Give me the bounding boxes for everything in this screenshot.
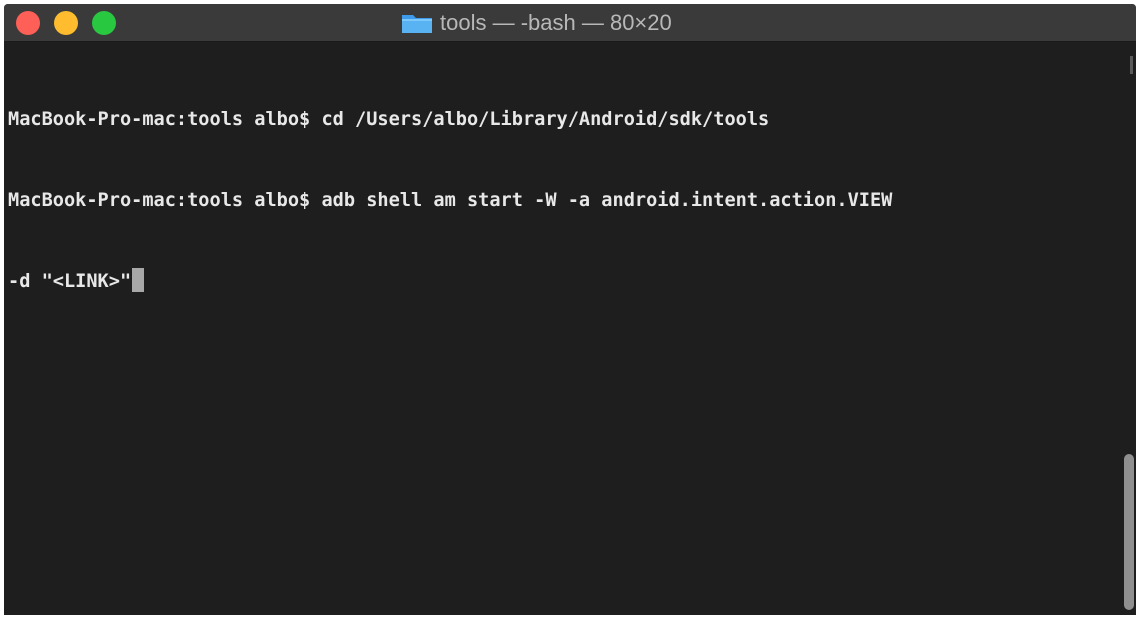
terminal-line-3: -d "<LINK>" [8,268,892,295]
vertical-scrollbar[interactable] [1122,42,1136,615]
zoom-button[interactable] [92,11,116,35]
scrollbar-thumb[interactable] [1124,454,1134,610]
folder-icon [400,11,434,35]
terminal-line-2: MacBook-Pro-mac:tools albo$ adb shell am… [8,190,893,211]
minimize-button[interactable] [54,11,78,35]
window-title: tools — -bash — 80×20 [440,10,672,35]
close-button[interactable] [16,11,40,35]
terminal-line-3-text: -d "<LINK>" [8,271,132,292]
window-title-group: tools — -bash — 80×20 [400,9,672,37]
terminal-output[interactable]: MacBook-Pro-mac:tools albo$ cd /Users/al… [4,42,1136,615]
title-bar[interactable]: tools — -bash — 80×20 [4,4,1136,42]
terminal-text[interactable]: MacBook-Pro-mac:tools albo$ cd /Users/al… [8,52,892,349]
terminal-window: tools — -bash — 80×20 MacBook-Pro-mac:to… [4,4,1136,615]
terminal-line-1: MacBook-Pro-mac:tools albo$ cd /Users/al… [8,109,770,130]
block-cursor-icon [132,268,145,292]
